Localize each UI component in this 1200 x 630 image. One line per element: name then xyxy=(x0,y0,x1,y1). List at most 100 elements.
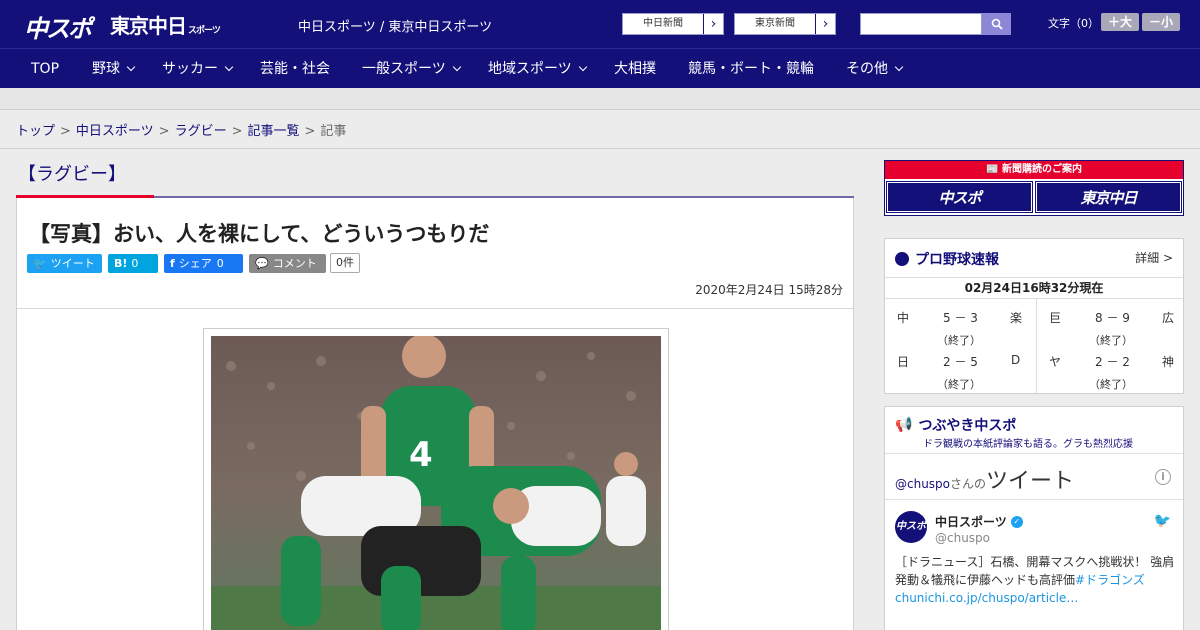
chevron-right-icon: › xyxy=(703,14,723,34)
hatena-icon: B! xyxy=(114,257,128,270)
search-button[interactable] xyxy=(982,13,1011,35)
facebook-count: 0 xyxy=(216,257,224,270)
font-larger-button[interactable]: ＋大 xyxy=(1101,13,1139,31)
breadcrumb-rugby[interactable]: ラグビー xyxy=(175,124,227,139)
tweet-widget-heading: 📢 つぶやき中スポ xyxy=(895,415,1016,435)
tweet-author[interactable]: 中日スポーツ ✓ xyxy=(935,513,1023,530)
nav-top[interactable]: TOP xyxy=(31,49,59,89)
baseball-icon xyxy=(895,252,909,266)
tweet-author-handle[interactable]: @chuspo xyxy=(935,531,990,545)
tweet-handle-suffix: さんの xyxy=(950,477,987,491)
comment-button[interactable]: 💬 コメント xyxy=(249,254,326,273)
game-status: （終了） xyxy=(937,378,981,391)
nav-label: サッカー xyxy=(162,61,218,77)
game-score[interactable]: 2 － 5 xyxy=(943,353,978,370)
nav-label: 芸能・社会 xyxy=(260,61,330,77)
search-icon xyxy=(991,18,1003,30)
facebook-share-button[interactable]: f シェア 0 xyxy=(164,254,243,273)
nav-label: 大相撲 xyxy=(614,61,656,77)
nav-local-sports[interactable]: 地域スポーツ xyxy=(488,49,587,89)
nav-label: その他 xyxy=(846,61,888,77)
tweet-hashtag[interactable]: #ドラゴンズ xyxy=(1075,573,1145,587)
game-score[interactable]: 5 － 3 xyxy=(943,309,978,326)
game-score[interactable]: 2 － 2 xyxy=(1095,353,1130,370)
main-nav: TOP 野球 サッカー 芸能・社会 一般スポーツ 地域スポーツ 大相撲 競馬・ボ… xyxy=(0,48,1200,88)
tweet-link[interactable]: chunichi.co.jp/chuspo/article… xyxy=(895,591,1078,605)
tokyo-chunichi-logo[interactable]: 東京中日 スポーツ xyxy=(110,10,221,39)
publish-date: 2020年2月24日 15時28分 xyxy=(695,283,843,297)
article-headline: 【写真】おい、人を裸にして、どういうつもりだ xyxy=(29,222,490,246)
tweet-timeline-header: @chuspoさんのツイート xyxy=(895,463,1074,495)
nav-other[interactable]: その他 xyxy=(846,49,904,89)
game-away-team: 楽 xyxy=(1010,311,1023,325)
subscribe-tokyo-chunichi[interactable]: 東京中日 xyxy=(1035,181,1182,213)
pro-baseball-heading: プロ野球速報 xyxy=(895,249,999,269)
twitter-bird-icon[interactable]: 🐦 xyxy=(1154,513,1171,529)
nav-label: 競馬・ボート・競輪 xyxy=(688,61,814,77)
chevron-down-icon xyxy=(578,62,587,72)
tokyo-logo-text: 東京中日 xyxy=(110,14,187,38)
nav-baseball[interactable]: 野球 xyxy=(92,49,136,89)
chunichi-shimbun-link[interactable]: 中日新聞 › xyxy=(622,13,724,35)
nav-soccer[interactable]: サッカー xyxy=(162,49,234,89)
breadcrumb-separator: > xyxy=(231,124,243,139)
rugby-photo-image: 4 xyxy=(211,336,661,630)
subscription-tiles: 中スポ 東京中日 xyxy=(886,181,1182,213)
tweet-handle-link[interactable]: @chuspo xyxy=(895,477,950,491)
article-photo-frame: 4 xyxy=(203,328,669,630)
breadcrumb-top[interactable]: トップ xyxy=(16,124,55,139)
game-status: （終了） xyxy=(1089,378,1133,391)
breadcrumb-separator: > xyxy=(304,124,316,139)
score-updated-time: 02月24日16時32分現在 xyxy=(885,277,1183,299)
breadcrumb-separator: > xyxy=(60,124,71,139)
category-title: 【ラグビー】 xyxy=(18,164,126,185)
comment-bubble-icon: 💬 xyxy=(255,257,269,270)
breadcrumb: トップ > 中日スポーツ > ラグビー > 記事一覧 > 記事 xyxy=(16,120,346,139)
article-photo[interactable]: 4 xyxy=(211,336,661,630)
verified-badge-icon: ✓ xyxy=(1010,515,1023,528)
avatar[interactable]: 中スポ xyxy=(895,511,927,543)
tweet-button[interactable]: 🐦 ツイート xyxy=(27,254,102,273)
subscribe-chuspo[interactable]: 中スポ xyxy=(886,181,1033,213)
breadcrumb-article-list[interactable]: 記事一覧 xyxy=(248,124,300,139)
tweet-header-divider xyxy=(885,499,1183,500)
game-status: （終了） xyxy=(1089,334,1133,347)
search-input[interactable] xyxy=(860,13,982,35)
font-size-label: 文字（0） xyxy=(1048,17,1099,30)
game-away-team: 広 xyxy=(1162,311,1175,325)
hatena-bookmark-button[interactable]: B! 0 xyxy=(108,254,158,273)
pro-baseball-title: プロ野球速報 xyxy=(915,252,999,268)
score-column-divider xyxy=(1036,299,1037,393)
nav-sumo[interactable]: 大相撲 xyxy=(614,49,656,89)
tokyo-shimbun-link[interactable]: 東京新聞 › xyxy=(734,13,836,35)
tweet-widget-divider xyxy=(885,453,1183,454)
nav-label: 地域スポーツ xyxy=(488,61,572,77)
megaphone-icon: 📢 xyxy=(895,417,913,433)
game-score[interactable]: 8 － 9 xyxy=(1095,309,1130,326)
tweet-widget-subtitle: ドラ観戦の本紙評論家も語る。グラも熱烈応援 xyxy=(923,439,1133,450)
info-icon[interactable]: i xyxy=(1155,469,1171,485)
nav-entertainment[interactable]: 芸能・社会 xyxy=(260,49,330,89)
tokyo-shimbun-label: 東京新聞 xyxy=(755,18,795,29)
game-home-team: 日 xyxy=(897,355,910,369)
tweet-text: ［ドラニュース］石橋、開幕マスクへ挑戦状！ 強肩発動＆犠飛に伊藤ヘッドも高評価#… xyxy=(895,553,1177,607)
breadcrumb-chunichi-sports[interactable]: 中日スポーツ xyxy=(76,124,154,139)
subscription-banner[interactable]: 📰 新聞購読のご案内 中スポ 東京中日 xyxy=(884,160,1184,216)
article-card: 【写真】おい、人を裸にして、どういうつもりだ 🐦 ツイート B! 0 f シェア 0 💬… xyxy=(16,198,854,630)
chevron-down-icon xyxy=(452,62,461,72)
game-away-team: D xyxy=(1011,353,1021,367)
facebook-icon: f xyxy=(170,257,175,270)
font-smaller-button[interactable]: －小 xyxy=(1142,13,1180,31)
chevron-right-icon: › xyxy=(815,14,835,34)
chevron-down-icon xyxy=(224,62,234,72)
chunichi-shimbun-label: 中日新聞 xyxy=(643,18,683,29)
chevron-down-icon xyxy=(894,62,904,72)
chuspo-logo[interactable]: 中スポ xyxy=(24,9,92,44)
nav-racing[interactable]: 競馬・ボート・競輪 xyxy=(688,49,814,89)
nav-general-sports[interactable]: 一般スポーツ xyxy=(362,49,461,89)
tweet-label: ツイート xyxy=(50,257,95,270)
site-title: 中日スポーツ / 東京中日スポーツ xyxy=(298,20,493,35)
pro-baseball-detail-link[interactable]: 詳細 > xyxy=(1135,249,1173,266)
tweet-author-name: 中日スポーツ xyxy=(935,515,1007,529)
hatena-count: 0 xyxy=(131,257,139,270)
